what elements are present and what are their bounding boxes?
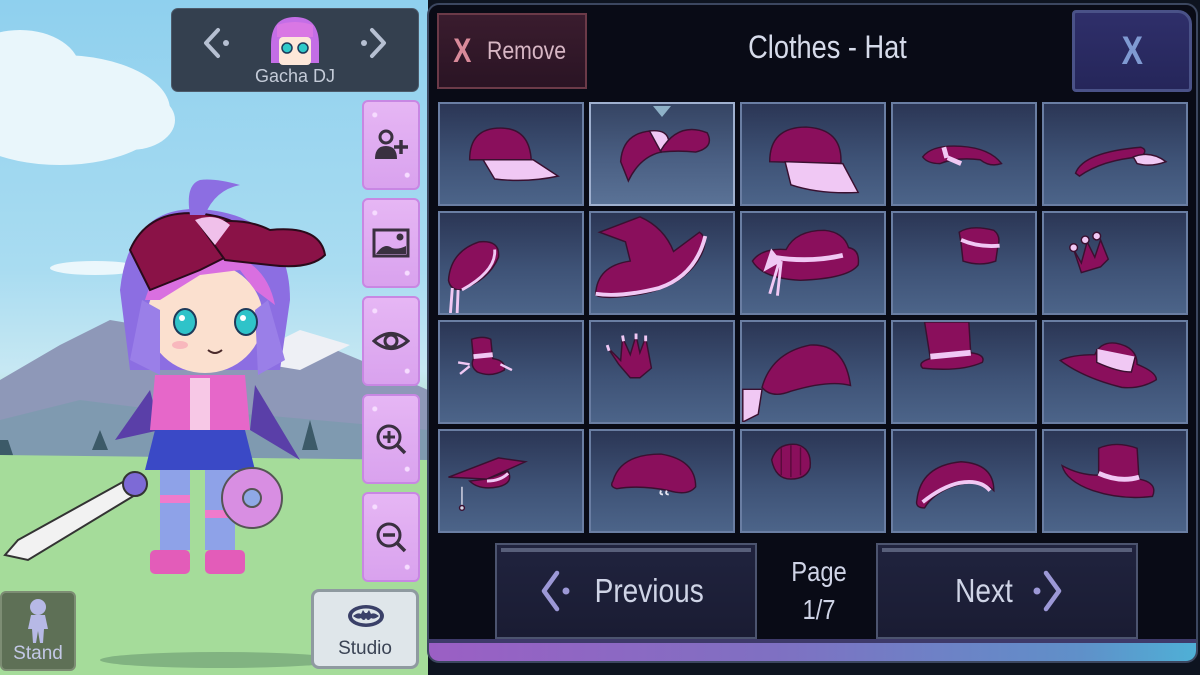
hat-item-mini-crown[interactable] bbox=[1042, 211, 1188, 315]
zoom-out-icon bbox=[376, 522, 407, 553]
hat-item-beret[interactable] bbox=[589, 429, 735, 533]
panel-title: Clothes - Hat bbox=[748, 29, 907, 65]
studio-label: Studio bbox=[338, 638, 392, 659]
hat-item-knit-beanie[interactable] bbox=[740, 429, 886, 533]
previous-label: Previous bbox=[594, 572, 704, 609]
hat-item-pillbox[interactable] bbox=[891, 211, 1037, 315]
character-selector: Gacha DJ bbox=[171, 8, 419, 92]
page-indicator: Page 1/7 bbox=[777, 553, 862, 629]
hat-item-backwards-cap[interactable] bbox=[589, 102, 735, 206]
zoom-in-button[interactable] bbox=[362, 394, 420, 484]
chevron-right-dot-icon bbox=[361, 28, 386, 58]
next-page-button[interactable]: Next bbox=[876, 543, 1138, 639]
hat-item-baseball-cap[interactable] bbox=[438, 102, 584, 206]
landscape-image-icon bbox=[372, 228, 410, 258]
remove-x-icon: X bbox=[453, 31, 472, 70]
hat-item-bandana[interactable] bbox=[740, 320, 886, 424]
hat-grid bbox=[438, 102, 1188, 533]
hat-item-sunhat-bow[interactable] bbox=[740, 211, 886, 315]
next-label: Next bbox=[955, 572, 1013, 609]
side-toolbar bbox=[362, 100, 420, 590]
previous-page-button[interactable]: Previous bbox=[495, 543, 757, 639]
hat-item-visor[interactable] bbox=[1042, 102, 1188, 206]
view-toggle-button[interactable] bbox=[362, 296, 420, 386]
hat-item-top-hat[interactable] bbox=[891, 320, 1037, 424]
stand-button[interactable]: Stand bbox=[0, 591, 76, 671]
bat-logo-icon bbox=[348, 605, 384, 627]
remove-button[interactable]: X Remove bbox=[437, 13, 587, 89]
chevron-left-dot-icon bbox=[541, 570, 570, 612]
remove-label: Remove bbox=[486, 36, 566, 65]
chevron-right-dot-icon bbox=[1033, 570, 1062, 612]
hat-item-baseball-cap-front[interactable] bbox=[740, 102, 886, 206]
next-character-button[interactable] bbox=[352, 25, 392, 61]
previous-character-button[interactable] bbox=[198, 25, 238, 61]
page-value: 1/7 bbox=[802, 594, 836, 625]
stand-label: Stand bbox=[13, 643, 63, 664]
add-person-icon bbox=[375, 129, 408, 159]
hat-item-spiked-crown[interactable] bbox=[589, 320, 735, 424]
character-scene: Gacha DJ Stand Studio bbox=[0, 0, 428, 675]
add-character-button[interactable] bbox=[362, 100, 420, 190]
close-icon: X bbox=[1121, 28, 1143, 73]
chevron-left-dot-icon bbox=[204, 28, 229, 58]
hat-item-striped-visor[interactable] bbox=[891, 102, 1037, 206]
studio-button[interactable]: Studio bbox=[311, 589, 419, 669]
hat-item-beret-strings[interactable] bbox=[438, 211, 584, 315]
hat-item-slouch-beanie[interactable] bbox=[891, 429, 1037, 533]
character-avatar[interactable] bbox=[265, 15, 325, 69]
hat-item-mini-top-hat[interactable] bbox=[438, 320, 584, 424]
panel-bottom-bar bbox=[429, 639, 1196, 661]
hat-item-graduation-cap[interactable] bbox=[438, 429, 584, 533]
hat-item-wide-brim-hat[interactable] bbox=[1042, 320, 1188, 424]
character-name: Gacha DJ bbox=[254, 66, 336, 86]
hat-selection-panel: X Remove Clothes - Hat X Previous Page 1… bbox=[427, 3, 1198, 663]
page-label: Page bbox=[791, 556, 847, 587]
standing-figure-icon bbox=[28, 599, 48, 643]
hat-item-witch-hat[interactable] bbox=[589, 211, 735, 315]
zoom-out-button[interactable] bbox=[362, 492, 420, 582]
close-button[interactable]: X bbox=[1072, 10, 1192, 92]
eye-icon bbox=[372, 332, 410, 350]
hat-item-fedora[interactable] bbox=[1042, 429, 1188, 533]
background-button[interactable] bbox=[362, 198, 420, 288]
zoom-in-icon bbox=[376, 424, 407, 455]
